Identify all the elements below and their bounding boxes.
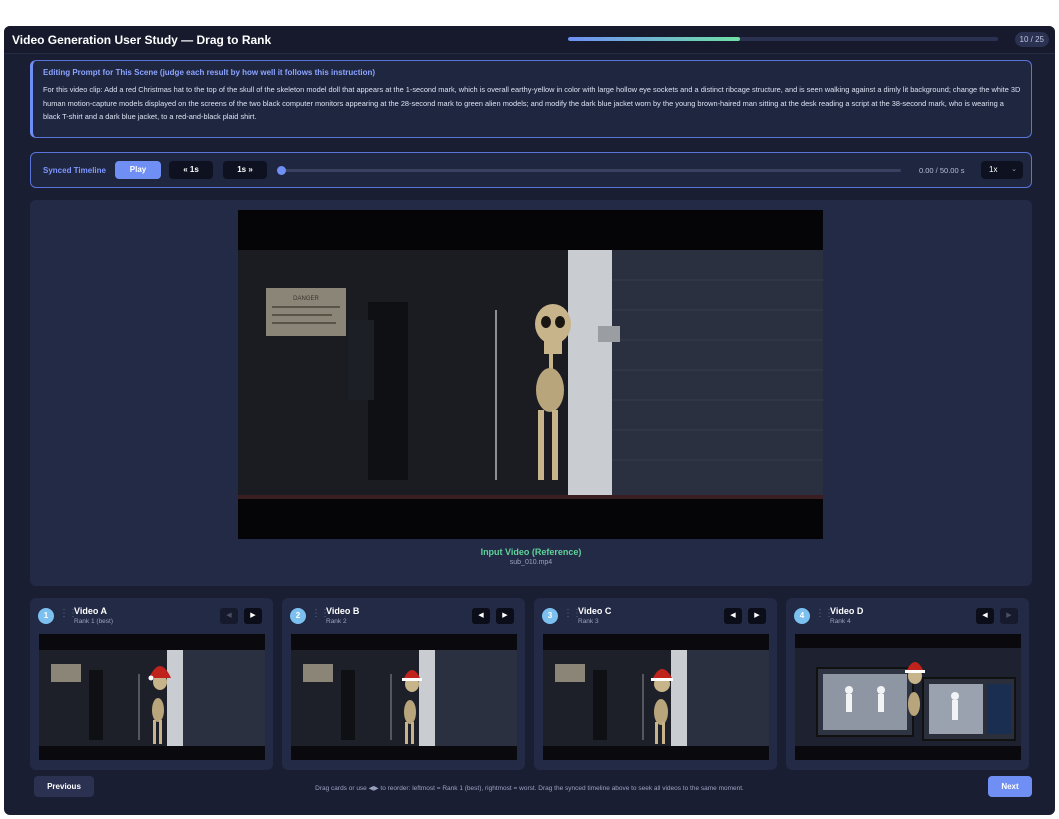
prompt-text: For this video clip: Add a red Christmas… (43, 85, 1021, 121)
timeline-slider[interactable] (277, 166, 901, 175)
top-bar: Video Generation User Study — Drag to Ra… (4, 26, 1055, 54)
reference-filename: sub_010.mp4 (509, 559, 553, 566)
timeline-label: Synced Timeline (43, 166, 106, 175)
reference-panel: DANGER Input Video (Reference) sub_010.m… (30, 200, 1032, 586)
progress-counter: 10 / 25 (1014, 32, 1049, 47)
move-right-button[interactable]: ▶ (748, 608, 766, 624)
playback-speed-select[interactable]: 1x ⌄ (981, 161, 1023, 179)
move-right-button: ▶ (1000, 608, 1018, 624)
rank-badge: 4 (794, 608, 810, 624)
move-right-button[interactable]: ▶ (496, 608, 514, 624)
move-left-button[interactable]: ◀ (976, 608, 994, 624)
chevron-down-icon: ⌄ (1011, 166, 1017, 173)
video-card-c[interactable]: 3 ⋮⋮ Video C Rank 3 ◀ ▶ (534, 598, 777, 770)
video-thumbnail[interactable] (291, 634, 517, 760)
next-button[interactable]: Next (988, 776, 1032, 797)
video-thumbnail[interactable] (543, 634, 769, 760)
danger-sign-text: DANGER (293, 296, 319, 302)
video-title: Video D (830, 606, 864, 616)
skeleton-scene-thumbnail (543, 634, 769, 760)
video-rank-label: Rank 1 (best) (74, 618, 114, 625)
playback-speed-value: 1x (989, 165, 998, 174)
reference-video[interactable]: DANGER (238, 210, 823, 539)
synced-timeline: Synced Timeline Play « 1s 1s » 0.00 / 50… (30, 152, 1032, 188)
play-button[interactable]: Play (115, 161, 161, 179)
back-1s-button[interactable]: « 1s (169, 161, 213, 179)
video-rank-label: Rank 2 (326, 618, 347, 625)
video-card-a[interactable]: 1 ⋮⋮ Video A Rank 1 (best) ◀ ▶ (30, 598, 273, 770)
study-window: Video Generation User Study — Drag to Ra… (4, 26, 1055, 815)
study-progress-bar (568, 37, 998, 41)
skeleton-scene-thumbnail (39, 634, 265, 760)
reference-caption: Input Video (Reference) (480, 547, 582, 557)
rank-badge: 2 (290, 608, 306, 624)
prompt-heading: Editing Prompt for This Scene (judge eac… (43, 68, 376, 77)
reference-video-frame: DANGER (238, 210, 823, 539)
move-left-button[interactable]: ◀ (472, 608, 490, 624)
move-right-button[interactable]: ▶ (244, 608, 262, 624)
timeline-slider-handle[interactable] (277, 166, 286, 175)
rank-badge: 3 (542, 608, 558, 624)
timeline-time-readout: 0.00 / 50.00 s (919, 166, 965, 175)
video-title: Video C (578, 606, 612, 616)
video-rank-label: Rank 4 (830, 618, 851, 625)
video-rank-label: Rank 3 (578, 618, 599, 625)
video-thumbnail[interactable] (39, 634, 265, 760)
video-card-b[interactable]: 2 ⋮⋮ Video B Rank 2 ◀ ▶ (282, 598, 525, 770)
video-thumbnail[interactable] (795, 634, 1021, 760)
skeleton-scene-thumbnail (291, 634, 517, 760)
video-title: Video A (74, 606, 108, 616)
editing-prompt-box: Editing Prompt for This Scene (judge eac… (30, 60, 1032, 138)
move-left-button: ◀ (220, 608, 238, 624)
monitors-scene-thumbnail (795, 634, 1021, 760)
forward-1s-button[interactable]: 1s » (223, 161, 267, 179)
rank-badge: 1 (38, 608, 54, 624)
study-progress-fill (568, 37, 740, 41)
reorder-hint: Drag cards or use ◀▶ to reorder: leftmos… (315, 785, 744, 792)
page-title: Video Generation User Study — Drag to Ra… (12, 33, 272, 47)
video-card-d[interactable]: 4 ⋮⋮ Video D Rank 4 ◀ ▶ (786, 598, 1029, 770)
video-title: Video B (326, 606, 360, 616)
move-left-button[interactable]: ◀ (724, 608, 742, 624)
